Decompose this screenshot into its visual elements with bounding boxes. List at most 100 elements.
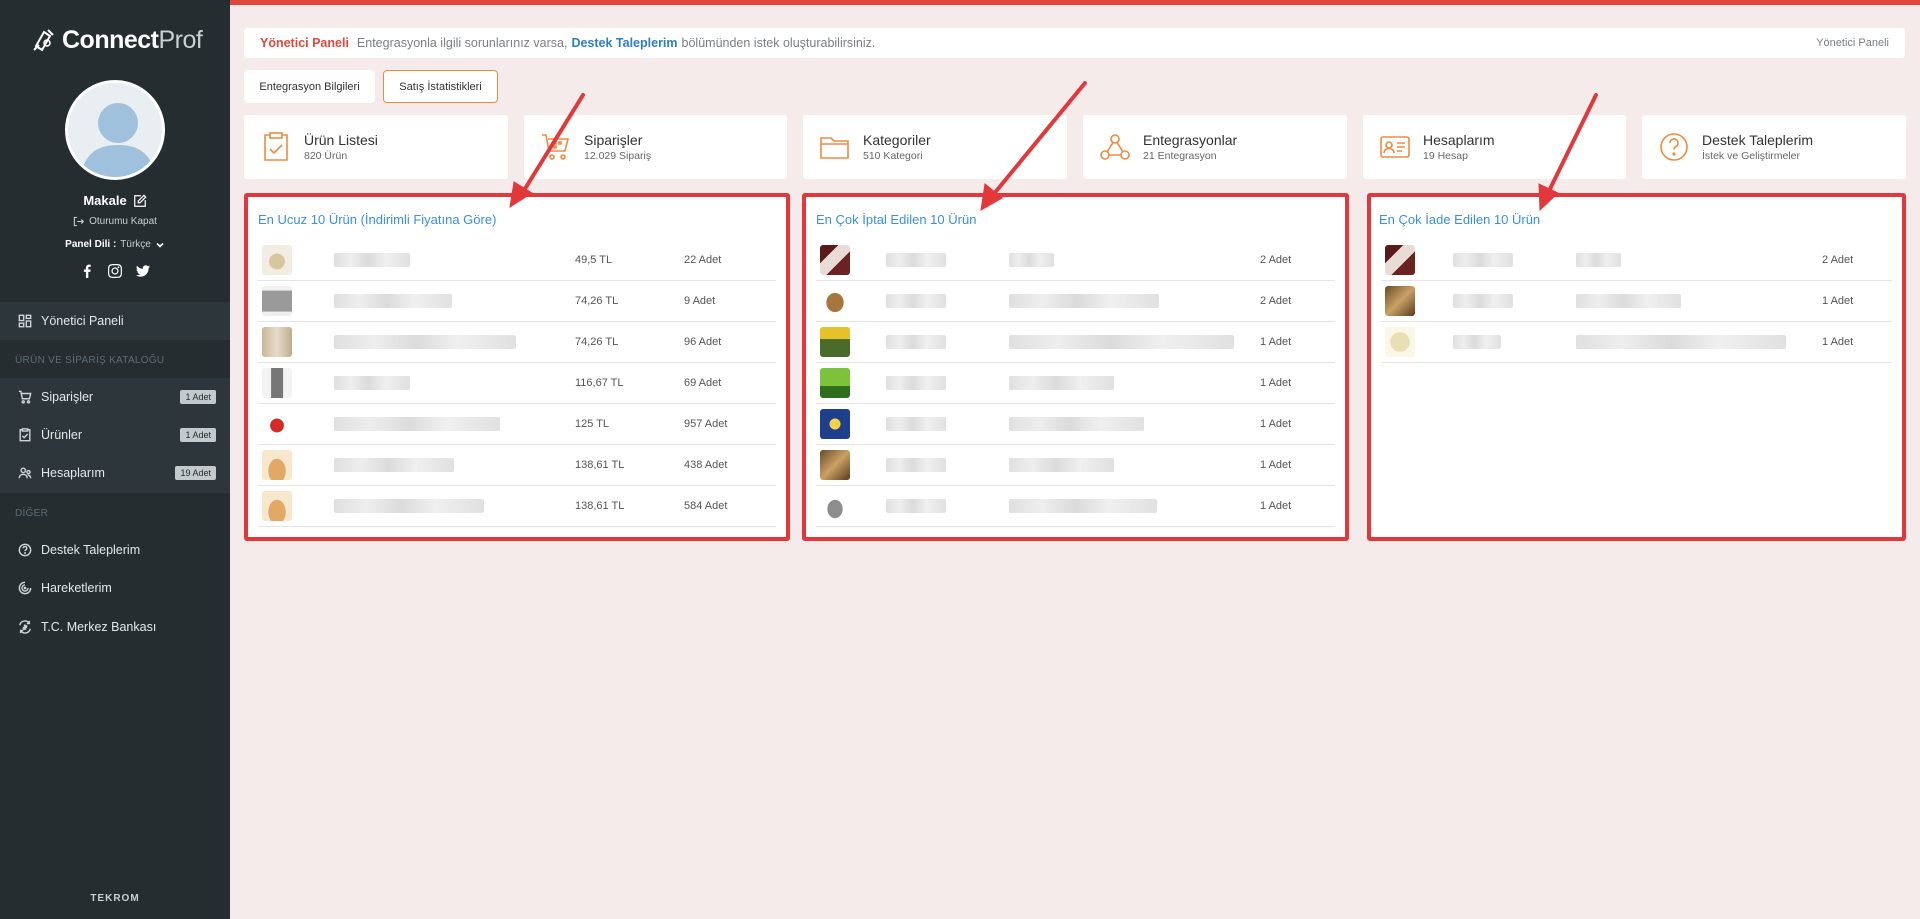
card-subtitle: İstek ve Geliştirmeler xyxy=(1702,150,1801,162)
product-variant-blurred xyxy=(1576,294,1681,308)
user-avatar-icon xyxy=(68,83,162,177)
tab-integration-info[interactable]: Entegrasyon Bilgileri xyxy=(244,70,375,103)
card-subtitle: 12.029 Sipariş xyxy=(584,150,652,162)
clipboard-check-icon xyxy=(19,428,31,442)
product-variant-blurred xyxy=(1009,253,1054,267)
product-quantity: 2 Adet xyxy=(1822,254,1854,266)
sidebar-item-central-bank[interactable]: T.C. Merkez Bankası xyxy=(0,608,230,646)
help-circle-icon xyxy=(1660,133,1688,161)
products-badge: 1 Adet xyxy=(180,428,216,442)
table-row[interactable]: 1 Adet xyxy=(816,486,1335,527)
product-quantity: 69 Adet xyxy=(684,377,722,389)
card-title: Entegrasyonlar xyxy=(1143,132,1238,148)
panel-title[interactable]: En Çok İptal Edilen 10 Ürün xyxy=(816,212,1335,227)
folder-icon xyxy=(820,137,849,159)
product-name-blurred xyxy=(886,458,946,472)
sidebar-item-activity[interactable]: Hareketlerim xyxy=(0,569,230,607)
language-selector[interactable]: Panel Dili : Türkçe xyxy=(0,239,230,250)
product-variant-blurred xyxy=(1009,376,1114,390)
product-name-blurred xyxy=(886,253,946,267)
product-name-blurred xyxy=(1453,253,1513,267)
table-row[interactable]: 138,61 TL 438 Adet xyxy=(258,445,776,486)
logout-link[interactable]: Oturumu Kapat xyxy=(0,216,230,227)
breadcrumb-text: Entegrasyonla ilgili sorunlarınız varsa, xyxy=(356,36,568,50)
product-thumbnail xyxy=(1385,286,1415,316)
support-link[interactable]: Destek Taleplerim xyxy=(571,36,677,50)
table-row[interactable]: 1 Adet xyxy=(816,445,1335,486)
table-row[interactable]: 1 Adet xyxy=(1381,322,1892,363)
product-quantity: 1 Adet xyxy=(1822,295,1854,307)
id-card-icon xyxy=(1380,136,1410,158)
product-quantity: 9 Adet xyxy=(684,295,716,307)
table-row[interactable]: 138,61 TL 584 Adet xyxy=(258,486,776,527)
product-name-blurred xyxy=(886,376,946,390)
tab-sales-stats[interactable]: Satış İstatistikleri xyxy=(383,70,498,103)
product-price: 125 TL xyxy=(575,418,610,430)
breadcrumb-text-after: bölümünden istek oluşturabilirsiniz. xyxy=(681,36,876,50)
breadcrumb: Yönetici Paneli Entegrasyonla ilgili sor… xyxy=(244,28,1905,58)
product-variant-blurred xyxy=(1009,417,1144,431)
table-row[interactable]: 116,67 TL 69 Adet xyxy=(258,363,776,404)
link-logo-icon xyxy=(33,29,54,52)
sidebar-item-orders[interactable]: Siparişler 1 Adet xyxy=(0,378,230,416)
chevron-down-icon xyxy=(156,242,164,248)
table-row[interactable]: 1 Adet xyxy=(1381,281,1892,322)
card-accounts[interactable]: Hesaplarım 19 Hesap xyxy=(1363,115,1626,179)
instagram-icon[interactable] xyxy=(108,264,122,278)
sidebar-item-support[interactable]: Destek Taleplerim xyxy=(0,531,230,569)
table-row[interactable]: 74,26 TL 96 Adet xyxy=(258,322,776,363)
product-thumbnail xyxy=(820,327,850,357)
activity-rings-icon xyxy=(18,581,32,595)
table-row[interactable]: 1 Adet xyxy=(816,322,1335,363)
edit-icon[interactable] xyxy=(133,193,147,208)
card-title: Siparişler xyxy=(584,132,643,148)
panel-most-cancelled: En Çok İptal Edilen 10 Ürün 2 Adet 2 Ade… xyxy=(802,193,1349,541)
table-row[interactable]: 1 Adet xyxy=(816,404,1335,445)
twitter-icon[interactable] xyxy=(136,264,150,278)
product-thumbnail xyxy=(820,245,850,275)
card-title: Hesaplarım xyxy=(1423,132,1495,148)
panel-title[interactable]: En Ucuz 10 Ürün (İndirimli Fiyatına Göre… xyxy=(258,212,776,227)
cart-icon xyxy=(18,390,32,404)
product-variant-blurred xyxy=(1576,335,1786,349)
breadcrumb-current[interactable]: Yönetici Paneli xyxy=(1816,37,1889,49)
card-subtitle: 19 Hesap xyxy=(1423,150,1468,162)
logout-icon xyxy=(73,216,85,227)
currency-exchange-icon xyxy=(19,620,31,634)
footer-brand: TEKROM xyxy=(90,893,140,904)
table-row[interactable]: 74,26 TL 9 Adet xyxy=(258,281,776,322)
brand-logo[interactable]: ConnectProf xyxy=(30,24,203,56)
sidebar-item-products[interactable]: Ürünler 1 Adet xyxy=(0,416,230,454)
card-support[interactable]: Destek Taleplerim İstek ve Geliştirmeler xyxy=(1642,115,1906,179)
table-row[interactable]: 125 TL 957 Adet xyxy=(258,404,776,445)
product-quantity: 1 Adet xyxy=(1260,418,1292,430)
table-row[interactable]: 2 Adet xyxy=(816,240,1335,281)
table-row[interactable]: 1 Adet xyxy=(816,363,1335,404)
card-title: Destek Taleplerim xyxy=(1702,132,1814,148)
top-accent-bar xyxy=(230,0,1920,5)
product-quantity: 2 Adet xyxy=(1260,254,1292,266)
product-thumbnail xyxy=(262,409,292,439)
product-price: 138,61 TL xyxy=(575,459,625,471)
sidebar-item-dashboard[interactable]: Yönetici Paneli xyxy=(0,302,230,340)
nav-section-other: DİĞER xyxy=(0,498,230,528)
card-product-list[interactable]: Ürün Listesi 820 Ürün xyxy=(244,115,508,179)
table-row[interactable]: 49,5 TL 22 Adet xyxy=(258,240,776,281)
table-row[interactable]: 2 Adet xyxy=(1381,240,1892,281)
card-subtitle: 820 Ürün xyxy=(304,150,348,162)
sidebar-item-accounts[interactable]: Hesaplarım 19 Adet xyxy=(0,454,230,492)
users-icon xyxy=(18,467,32,479)
product-name-blurred xyxy=(334,417,500,431)
card-orders[interactable]: Siparişler 12.029 Sipariş xyxy=(524,115,787,179)
avatar[interactable] xyxy=(65,80,165,180)
product-table: 49,5 TL 22 Adet 74,26 TL 9 Adet 74,26 TL… xyxy=(258,240,776,527)
card-categories[interactable]: Kategoriler 510 Kategori xyxy=(803,115,1067,179)
brand-name: ConnectProf xyxy=(62,25,203,54)
product-variant-blurred xyxy=(1009,499,1157,513)
table-row[interactable]: 2 Adet xyxy=(816,281,1335,322)
product-name-blurred xyxy=(334,376,410,390)
panel-title[interactable]: En Çok İade Edilen 10 Ürün xyxy=(1379,212,1892,227)
facebook-icon[interactable] xyxy=(80,264,94,278)
card-integrations[interactable]: Entegrasyonlar 21 Entegrasyon xyxy=(1083,115,1347,179)
product-variant-blurred xyxy=(1009,294,1159,308)
